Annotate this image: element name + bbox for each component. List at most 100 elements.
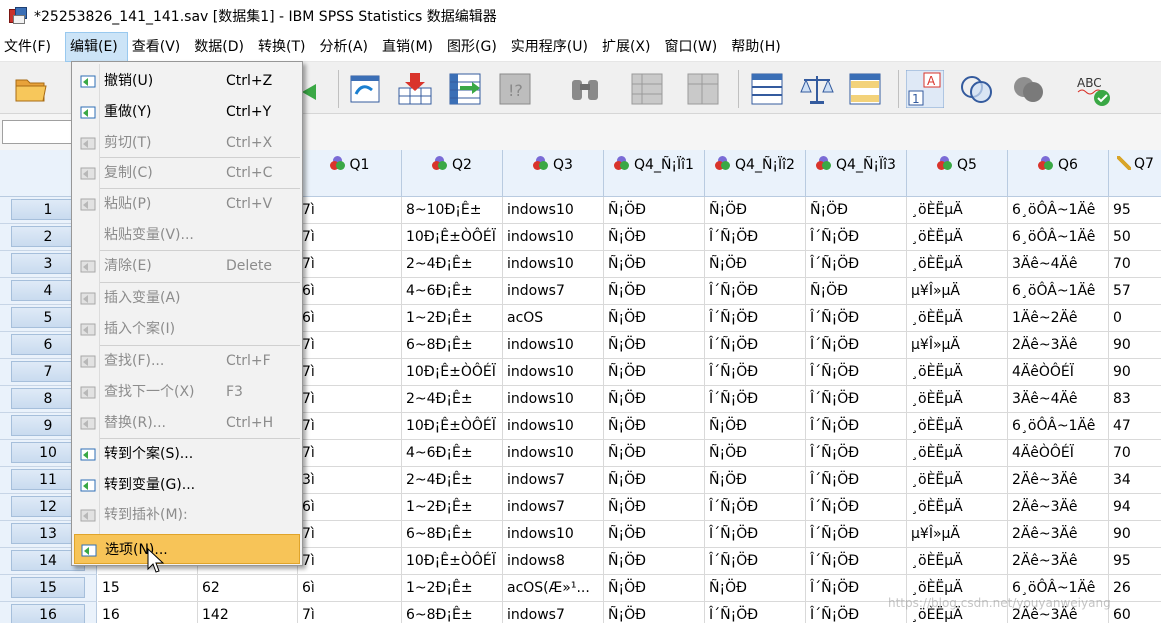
data-cell[interactable]: 6ì [298,305,402,332]
data-cell[interactable]: Ñ¡ÖÐ [705,467,806,494]
data-cell[interactable]: indows7 [503,602,604,623]
data-cell[interactable]: 26 [1109,575,1161,602]
data-cell[interactable]: 6¸öÔÂ~1Äê [1008,278,1109,305]
data-cell[interactable]: indows10 [503,413,604,440]
data-cell[interactable]: 90 [1109,521,1161,548]
data-cell[interactable]: 2Äê~3Äê [1008,467,1109,494]
data-cell[interactable]: 10Ð¡Ê±ÒÔÉÏ [402,224,503,251]
data-cell[interactable]: Î´Ñ¡ÖÐ [806,251,907,278]
edit-menu-item[interactable]: 查找下一个(X) F3 [74,377,300,407]
insert-variable-toolbar-icon[interactable] [684,70,722,108]
data-cell[interactable]: 142 [198,602,298,623]
column-header-q4-3[interactable]: Q4_Ñ¡Ïî3 [806,150,907,197]
data-cell[interactable]: Î´Ñ¡ÖÐ [705,602,806,623]
data-cell[interactable]: 2Äê~3Äê [1008,332,1109,359]
data-cell[interactable]: 1~2Ð¡Ê± [402,494,503,521]
data-cell[interactable]: Î´Ñ¡ÖÐ [705,386,806,413]
data-cell[interactable]: Ñ¡ÖÐ [705,440,806,467]
data-cell[interactable]: ¸öÈËµÄ [907,386,1008,413]
data-cell[interactable]: µ¥Î»µÄ [907,332,1008,359]
data-cell[interactable]: indows8 [503,548,604,575]
edit-menu-item[interactable]: 插入个案(I) [74,314,300,344]
data-cell[interactable]: indows10 [503,332,604,359]
data-cell[interactable]: 50 [1109,224,1161,251]
data-cell[interactable]: Î´Ñ¡ÖÐ [806,332,907,359]
data-cell[interactable]: 4~6Ð¡Ê± [402,278,503,305]
data-cell[interactable]: indows10 [503,386,604,413]
data-cell[interactable]: 6¸öÔÂ~1Äê [1008,224,1109,251]
data-cell[interactable]: 2~4Ð¡Ê± [402,467,503,494]
edit-menu-item[interactable]: 插入变量(A) [74,283,300,313]
data-cell[interactable]: Î´Ñ¡ÖÐ [806,467,907,494]
menu-extensions[interactable]: 扩展(X) [598,32,661,62]
column-header-q7[interactable]: Q7 [1109,150,1161,197]
edit-menu-item[interactable]: 重做(Y) Ctrl+Y [74,97,300,127]
data-cell[interactable]: Ñ¡ÖÐ [705,413,806,440]
data-cell[interactable]: 6ì [298,494,402,521]
data-cell[interactable]: Ñ¡ÖÐ [604,278,705,305]
data-cell[interactable]: Î´Ñ¡ÖÐ [806,224,907,251]
data-cell[interactable]: acOS(Æ»¹... [503,575,604,602]
data-cell[interactable]: 6¸öÔÂ~1Äê [1008,197,1109,224]
data-cell[interactable]: 6~8Ð¡Ê± [402,602,503,623]
data-cell[interactable]: Ñ¡ÖÐ [604,548,705,575]
column-header-q6[interactable]: Q6 [1008,150,1109,197]
data-cell[interactable]: 7ì [298,359,402,386]
data-cell[interactable]: indows10 [503,251,604,278]
menu-direct-marketing[interactable]: 直销(M) [378,32,443,62]
data-cell[interactable]: 10Ð¡Ê±ÒÔÉÏ [402,413,503,440]
row-number-header[interactable]: 15 [0,575,97,602]
data-cell[interactable]: ¸öÈËµÄ [907,467,1008,494]
undo-toolbar-icon[interactable] [346,70,384,108]
data-cell[interactable]: 7ì [298,386,402,413]
data-cell[interactable]: 6¸öÔÂ~1Äê [1008,413,1109,440]
data-cell[interactable]: ¸öÈËµÄ [907,548,1008,575]
data-cell[interactable]: ¸öÈËµÄ [907,494,1008,521]
data-cell[interactable]: µ¥Î»µÄ [907,278,1008,305]
data-cell[interactable]: Î´Ñ¡ÖÐ [705,305,806,332]
data-cell[interactable]: Ñ¡ÖÐ [604,575,705,602]
data-cell[interactable]: Ñ¡ÖÐ [604,251,705,278]
data-cell[interactable]: Ñ¡ÖÐ [604,386,705,413]
data-cell[interactable]: 2Äê~3Äê [1008,521,1109,548]
use-sets-toolbar-icon[interactable] [958,70,996,108]
edit-menu-item[interactable]: 替换(R)... Ctrl+H [74,408,300,438]
data-cell[interactable]: 7ì [298,224,402,251]
edit-menu-item[interactable]: 转到个案(S)... [74,439,300,469]
data-cell[interactable]: 7ì [298,413,402,440]
data-cell[interactable]: ¸öÈËµÄ [907,224,1008,251]
data-cell[interactable]: Ñ¡ÖÐ [604,224,705,251]
data-cell[interactable]: 70 [1109,251,1161,278]
data-cell[interactable]: Î´Ñ¡ÖÐ [806,413,907,440]
data-cell[interactable]: indows7 [503,467,604,494]
data-cell[interactable]: Î´Ñ¡ÖÐ [806,386,907,413]
data-cell[interactable]: Î´Ñ¡ÖÐ [806,440,907,467]
data-cell[interactable]: Î´Ñ¡ÖÐ [705,494,806,521]
data-cell[interactable]: 6ì [298,575,402,602]
data-cell[interactable]: Ñ¡ÖÐ [604,440,705,467]
edit-menu-item[interactable]: 清除(E) Delete [74,251,300,281]
data-cell[interactable]: 16 [98,602,198,623]
data-cell[interactable]: Ñ¡ÖÐ [604,413,705,440]
spell-check-toolbar-icon[interactable]: ABC [1074,70,1112,108]
data-cell[interactable]: 7ì [298,521,402,548]
data-cell[interactable]: Î´Ñ¡ÖÐ [806,548,907,575]
data-cell[interactable]: 6~8Ð¡Ê± [402,521,503,548]
menu-analyze[interactable]: 分析(A) [315,32,378,62]
data-cell[interactable]: 7ì [298,602,402,623]
data-cell[interactable]: Î´Ñ¡ÖÐ [806,494,907,521]
data-cell[interactable]: Î´Ñ¡ÖÐ [806,305,907,332]
data-cell[interactable]: 2Äê~3Äê [1008,494,1109,521]
data-cell[interactable]: indows10 [503,224,604,251]
data-cell[interactable]: 60 [1109,602,1161,623]
data-cell[interactable]: 7ì [298,197,402,224]
data-cell[interactable]: 47 [1109,413,1161,440]
column-header-q1[interactable]: Q1 [298,150,402,197]
data-cell[interactable]: Î´Ñ¡ÖÐ [705,278,806,305]
data-cell[interactable]: Î´Ñ¡ÖÐ [806,359,907,386]
data-cell[interactable]: Ñ¡ÖÐ [604,521,705,548]
data-cell[interactable]: 8~10Ð¡Ê± [402,197,503,224]
data-cell[interactable]: 1Äê~2Äê [1008,305,1109,332]
menu-help[interactable]: 帮助(H) [727,32,790,62]
menu-graphs[interactable]: 图形(G) [443,32,507,62]
